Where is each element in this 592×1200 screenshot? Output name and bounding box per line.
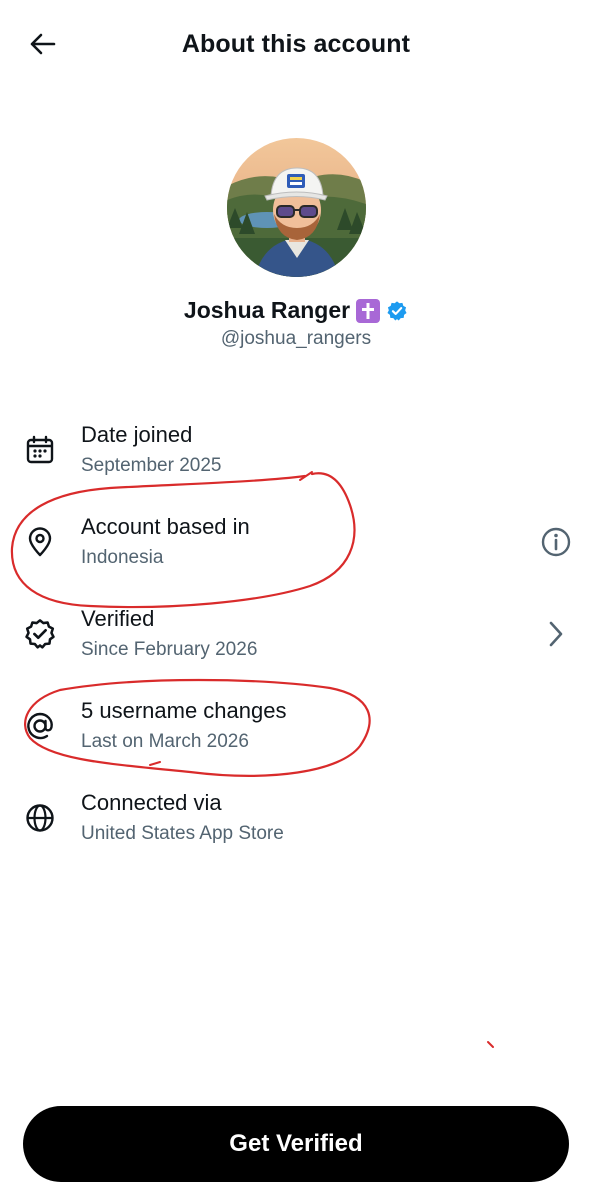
cross-icon bbox=[356, 298, 381, 323]
at-sign-icon bbox=[24, 710, 56, 742]
detail-row-verified[interactable]: Verified Since February 2026 bbox=[0, 602, 592, 672]
detail-subtitle: Last on March 2026 bbox=[81, 731, 249, 752]
verified-badge-icon[interactable] bbox=[386, 300, 408, 322]
profile-name: Joshua Ranger bbox=[183, 297, 351, 323]
detail-row-account-based-in[interactable]: Account based in Indonesia bbox=[0, 510, 592, 580]
info-icon[interactable] bbox=[538, 524, 574, 560]
chevron-right-icon[interactable] bbox=[538, 616, 574, 652]
detail-title: Account based in bbox=[81, 514, 250, 539]
detail-row-username-changes: 5 username changes Last on March 2026 bbox=[0, 694, 592, 764]
profile-name-row: Joshua Ranger bbox=[0, 297, 592, 324]
detail-title: Verified bbox=[81, 606, 155, 631]
avatar bbox=[227, 138, 366, 277]
get-verified-button[interactable]: Get Verified bbox=[23, 1106, 569, 1182]
detail-title: Connected via bbox=[81, 790, 222, 815]
detail-row-connected-via: Connected via United States App Store bbox=[0, 786, 592, 856]
profile-handle: @joshua_rangers bbox=[220, 328, 372, 349]
detail-row-date-joined: Date joined September 2025 bbox=[0, 418, 592, 488]
detail-subtitle: Indonesia bbox=[81, 547, 164, 568]
page-title: About this account bbox=[181, 30, 411, 58]
globe-icon bbox=[24, 802, 56, 834]
detail-subtitle: United States App Store bbox=[81, 823, 284, 844]
detail-title: 5 username changes bbox=[81, 698, 287, 723]
detail-subtitle: Since February 2026 bbox=[81, 639, 258, 660]
top-bar: About this account bbox=[0, 0, 592, 92]
detail-title: Date joined bbox=[81, 422, 193, 447]
detail-subtitle: September 2025 bbox=[81, 455, 222, 476]
about-account-page: About this account Joshua Ranger @joshua… bbox=[0, 0, 592, 1200]
calendar-icon bbox=[24, 434, 56, 466]
location-pin-icon bbox=[24, 526, 56, 558]
verified-check-icon bbox=[24, 618, 56, 650]
